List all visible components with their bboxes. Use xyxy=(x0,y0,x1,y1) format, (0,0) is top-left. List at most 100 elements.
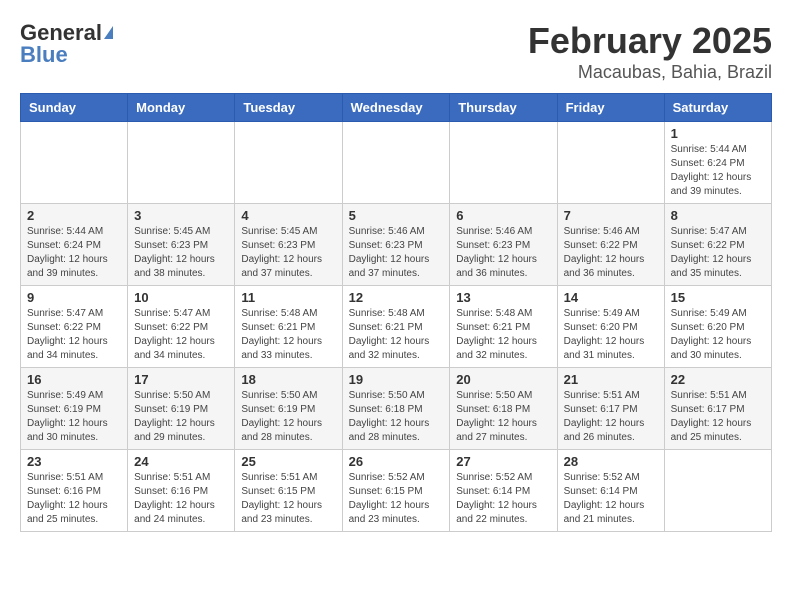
table-row: 4 Sunrise: 5:45 AM Sunset: 6:23 PM Daylig… xyxy=(235,204,342,286)
day-number: 6 xyxy=(456,208,550,223)
header: General Blue February 2025 Macaubas, Bah… xyxy=(20,20,772,83)
day-info: Sunrise: 5:51 AM Sunset: 6:17 PM Dayligh… xyxy=(564,389,658,445)
calendar-week-row: 9 Sunrise: 5:47 AM Sunset: 6:22 PM Daylig… xyxy=(21,286,772,368)
table-row: 23 Sunrise: 5:51 AM Sunset: 6:16 PM Dayli… xyxy=(21,450,128,532)
day-info: Sunrise: 5:52 AM Sunset: 6:15 PM Dayligh… xyxy=(349,471,444,527)
table-row: 10Sunrise: 5:47 AM Sunset: 6:22 PM Dayli… xyxy=(128,286,235,368)
table-row: 5 Sunrise: 5:46 AM Sunset: 6:23 PM Daylig… xyxy=(342,204,450,286)
day-info: Sunrise: 5:46 AM Sunset: 6:22 PM Dayligh… xyxy=(564,225,658,281)
day-number: 4 xyxy=(241,208,335,223)
day-number: 21 xyxy=(564,372,658,387)
day-number: 13 xyxy=(456,290,550,305)
day-number: 15 xyxy=(671,290,765,305)
day-info: Sunrise: 5:50 AM Sunset: 6:19 PM Dayligh… xyxy=(134,389,228,445)
logo: General Blue xyxy=(20,20,113,68)
table-row: 26 Sunrise: 5:52 AM Sunset: 6:15 PM Dayli… xyxy=(342,450,450,532)
table-row xyxy=(450,122,557,204)
day-number: 5 xyxy=(349,208,444,223)
day-number: 12 xyxy=(349,290,444,305)
day-number: 24 xyxy=(134,454,228,469)
day-info: Sunrise: 5:46 AM Sunset: 6:23 PM Dayligh… xyxy=(349,225,444,281)
day-number: 16 xyxy=(27,372,121,387)
day-info: Sunrise: 5:52 AM Sunset: 6:14 PM Dayligh… xyxy=(456,471,550,527)
day-info: Sunrise: 5:47 AM Sunset: 6:22 PM Dayligh… xyxy=(671,225,765,281)
day-number: 1 xyxy=(671,126,765,141)
table-row: 13 Sunrise: 5:48 AM Sunset: 6:21 PM Dayli… xyxy=(450,286,557,368)
day-info: Sunrise: 5:49 AM Sunset: 6:20 PM Dayligh… xyxy=(671,307,765,363)
day-info: Sunrise: 5:47 AM Sunset: 6:22 PM Dayligh… xyxy=(27,307,121,363)
table-row: 1 Sunrise: 5:44 AM Sunset: 6:24 PM Daylig… xyxy=(664,122,771,204)
day-number: 27 xyxy=(456,454,550,469)
day-info: Sunrise: 5:46 AM Sunset: 6:23 PM Dayligh… xyxy=(456,225,550,281)
day-info: Sunrise: 5:50 AM Sunset: 6:18 PM Dayligh… xyxy=(456,389,550,445)
table-row: 15 Sunrise: 5:49 AM Sunset: 6:20 PM Dayli… xyxy=(664,286,771,368)
day-number: 3 xyxy=(134,208,228,223)
table-row: 22Sunrise: 5:51 AM Sunset: 6:17 PM Dayli… xyxy=(664,368,771,450)
col-tuesday: Tuesday xyxy=(235,94,342,122)
table-row: 18 Sunrise: 5:50 AM Sunset: 6:19 PM Dayli… xyxy=(235,368,342,450)
day-info: Sunrise: 5:51 AM Sunset: 6:16 PM Dayligh… xyxy=(27,471,121,527)
day-info: Sunrise: 5:51 AM Sunset: 6:17 PM Dayligh… xyxy=(671,389,765,445)
day-info: Sunrise: 5:44 AM Sunset: 6:24 PM Dayligh… xyxy=(671,143,765,199)
table-row: 25Sunrise: 5:51 AM Sunset: 6:15 PM Dayli… xyxy=(235,450,342,532)
day-info: Sunrise: 5:50 AM Sunset: 6:19 PM Dayligh… xyxy=(241,389,335,445)
day-number: 14 xyxy=(564,290,658,305)
calendar-week-row: 2 Sunrise: 5:44 AM Sunset: 6:24 PM Daylig… xyxy=(21,204,772,286)
table-row: 6 Sunrise: 5:46 AM Sunset: 6:23 PM Daylig… xyxy=(450,204,557,286)
day-number: 18 xyxy=(241,372,335,387)
col-thursday: Thursday xyxy=(450,94,557,122)
day-info: Sunrise: 5:49 AM Sunset: 6:20 PM Dayligh… xyxy=(564,307,658,363)
table-row: 28Sunrise: 5:52 AM Sunset: 6:14 PM Dayli… xyxy=(557,450,664,532)
logo-triangle-icon xyxy=(104,26,113,39)
calendar-week-row: 1 Sunrise: 5:44 AM Sunset: 6:24 PM Daylig… xyxy=(21,122,772,204)
day-info: Sunrise: 5:48 AM Sunset: 6:21 PM Dayligh… xyxy=(349,307,444,363)
day-number: 2 xyxy=(27,208,121,223)
table-row: 11 Sunrise: 5:48 AM Sunset: 6:21 PM Dayli… xyxy=(235,286,342,368)
title-area: February 2025 Macaubas, Bahia, Brazil xyxy=(528,20,772,83)
day-number: 11 xyxy=(241,290,335,305)
day-number: 10 xyxy=(134,290,228,305)
table-row xyxy=(557,122,664,204)
day-info: Sunrise: 5:44 AM Sunset: 6:24 PM Dayligh… xyxy=(27,225,121,281)
table-row xyxy=(235,122,342,204)
table-row: 21 Sunrise: 5:51 AM Sunset: 6:17 PM Dayli… xyxy=(557,368,664,450)
day-info: Sunrise: 5:49 AM Sunset: 6:19 PM Dayligh… xyxy=(27,389,121,445)
day-number: 19 xyxy=(349,372,444,387)
table-row: 8 Sunrise: 5:47 AM Sunset: 6:22 PM Daylig… xyxy=(664,204,771,286)
table-row xyxy=(21,122,128,204)
col-saturday: Saturday xyxy=(664,94,771,122)
table-row: 20Sunrise: 5:50 AM Sunset: 6:18 PM Dayli… xyxy=(450,368,557,450)
table-row: 27 Sunrise: 5:52 AM Sunset: 6:14 PM Dayli… xyxy=(450,450,557,532)
table-row: 17 Sunrise: 5:50 AM Sunset: 6:19 PM Dayli… xyxy=(128,368,235,450)
day-info: Sunrise: 5:51 AM Sunset: 6:15 PM Dayligh… xyxy=(241,471,335,527)
table-row: 3Sunrise: 5:45 AM Sunset: 6:23 PM Daylig… xyxy=(128,204,235,286)
table-row: 14 Sunrise: 5:49 AM Sunset: 6:20 PM Dayli… xyxy=(557,286,664,368)
calendar-header-row: Sunday Monday Tuesday Wednesday Thursday… xyxy=(21,94,772,122)
day-number: 23 xyxy=(27,454,121,469)
col-monday: Monday xyxy=(128,94,235,122)
day-number: 26 xyxy=(349,454,444,469)
table-row: 7 Sunrise: 5:46 AM Sunset: 6:22 PM Daylig… xyxy=(557,204,664,286)
col-friday: Friday xyxy=(557,94,664,122)
logo-blue-text: Blue xyxy=(20,42,68,68)
calendar-week-row: 16 Sunrise: 5:49 AM Sunset: 6:19 PM Dayli… xyxy=(21,368,772,450)
day-number: 9 xyxy=(27,290,121,305)
day-number: 7 xyxy=(564,208,658,223)
day-info: Sunrise: 5:48 AM Sunset: 6:21 PM Dayligh… xyxy=(456,307,550,363)
table-row: 2 Sunrise: 5:44 AM Sunset: 6:24 PM Daylig… xyxy=(21,204,128,286)
day-info: Sunrise: 5:45 AM Sunset: 6:23 PM Dayligh… xyxy=(241,225,335,281)
day-number: 28 xyxy=(564,454,658,469)
day-info: Sunrise: 5:48 AM Sunset: 6:21 PM Dayligh… xyxy=(241,307,335,363)
day-info: Sunrise: 5:50 AM Sunset: 6:18 PM Dayligh… xyxy=(349,389,444,445)
calendar: Sunday Monday Tuesday Wednesday Thursday… xyxy=(20,93,772,532)
calendar-week-row: 23 Sunrise: 5:51 AM Sunset: 6:16 PM Dayli… xyxy=(21,450,772,532)
col-wednesday: Wednesday xyxy=(342,94,450,122)
month-title: February 2025 xyxy=(528,20,772,62)
table-row: 12 Sunrise: 5:48 AM Sunset: 6:21 PM Dayli… xyxy=(342,286,450,368)
table-row xyxy=(664,450,771,532)
day-number: 17 xyxy=(134,372,228,387)
day-number: 8 xyxy=(671,208,765,223)
table-row xyxy=(128,122,235,204)
location-title: Macaubas, Bahia, Brazil xyxy=(528,62,772,83)
table-row xyxy=(342,122,450,204)
